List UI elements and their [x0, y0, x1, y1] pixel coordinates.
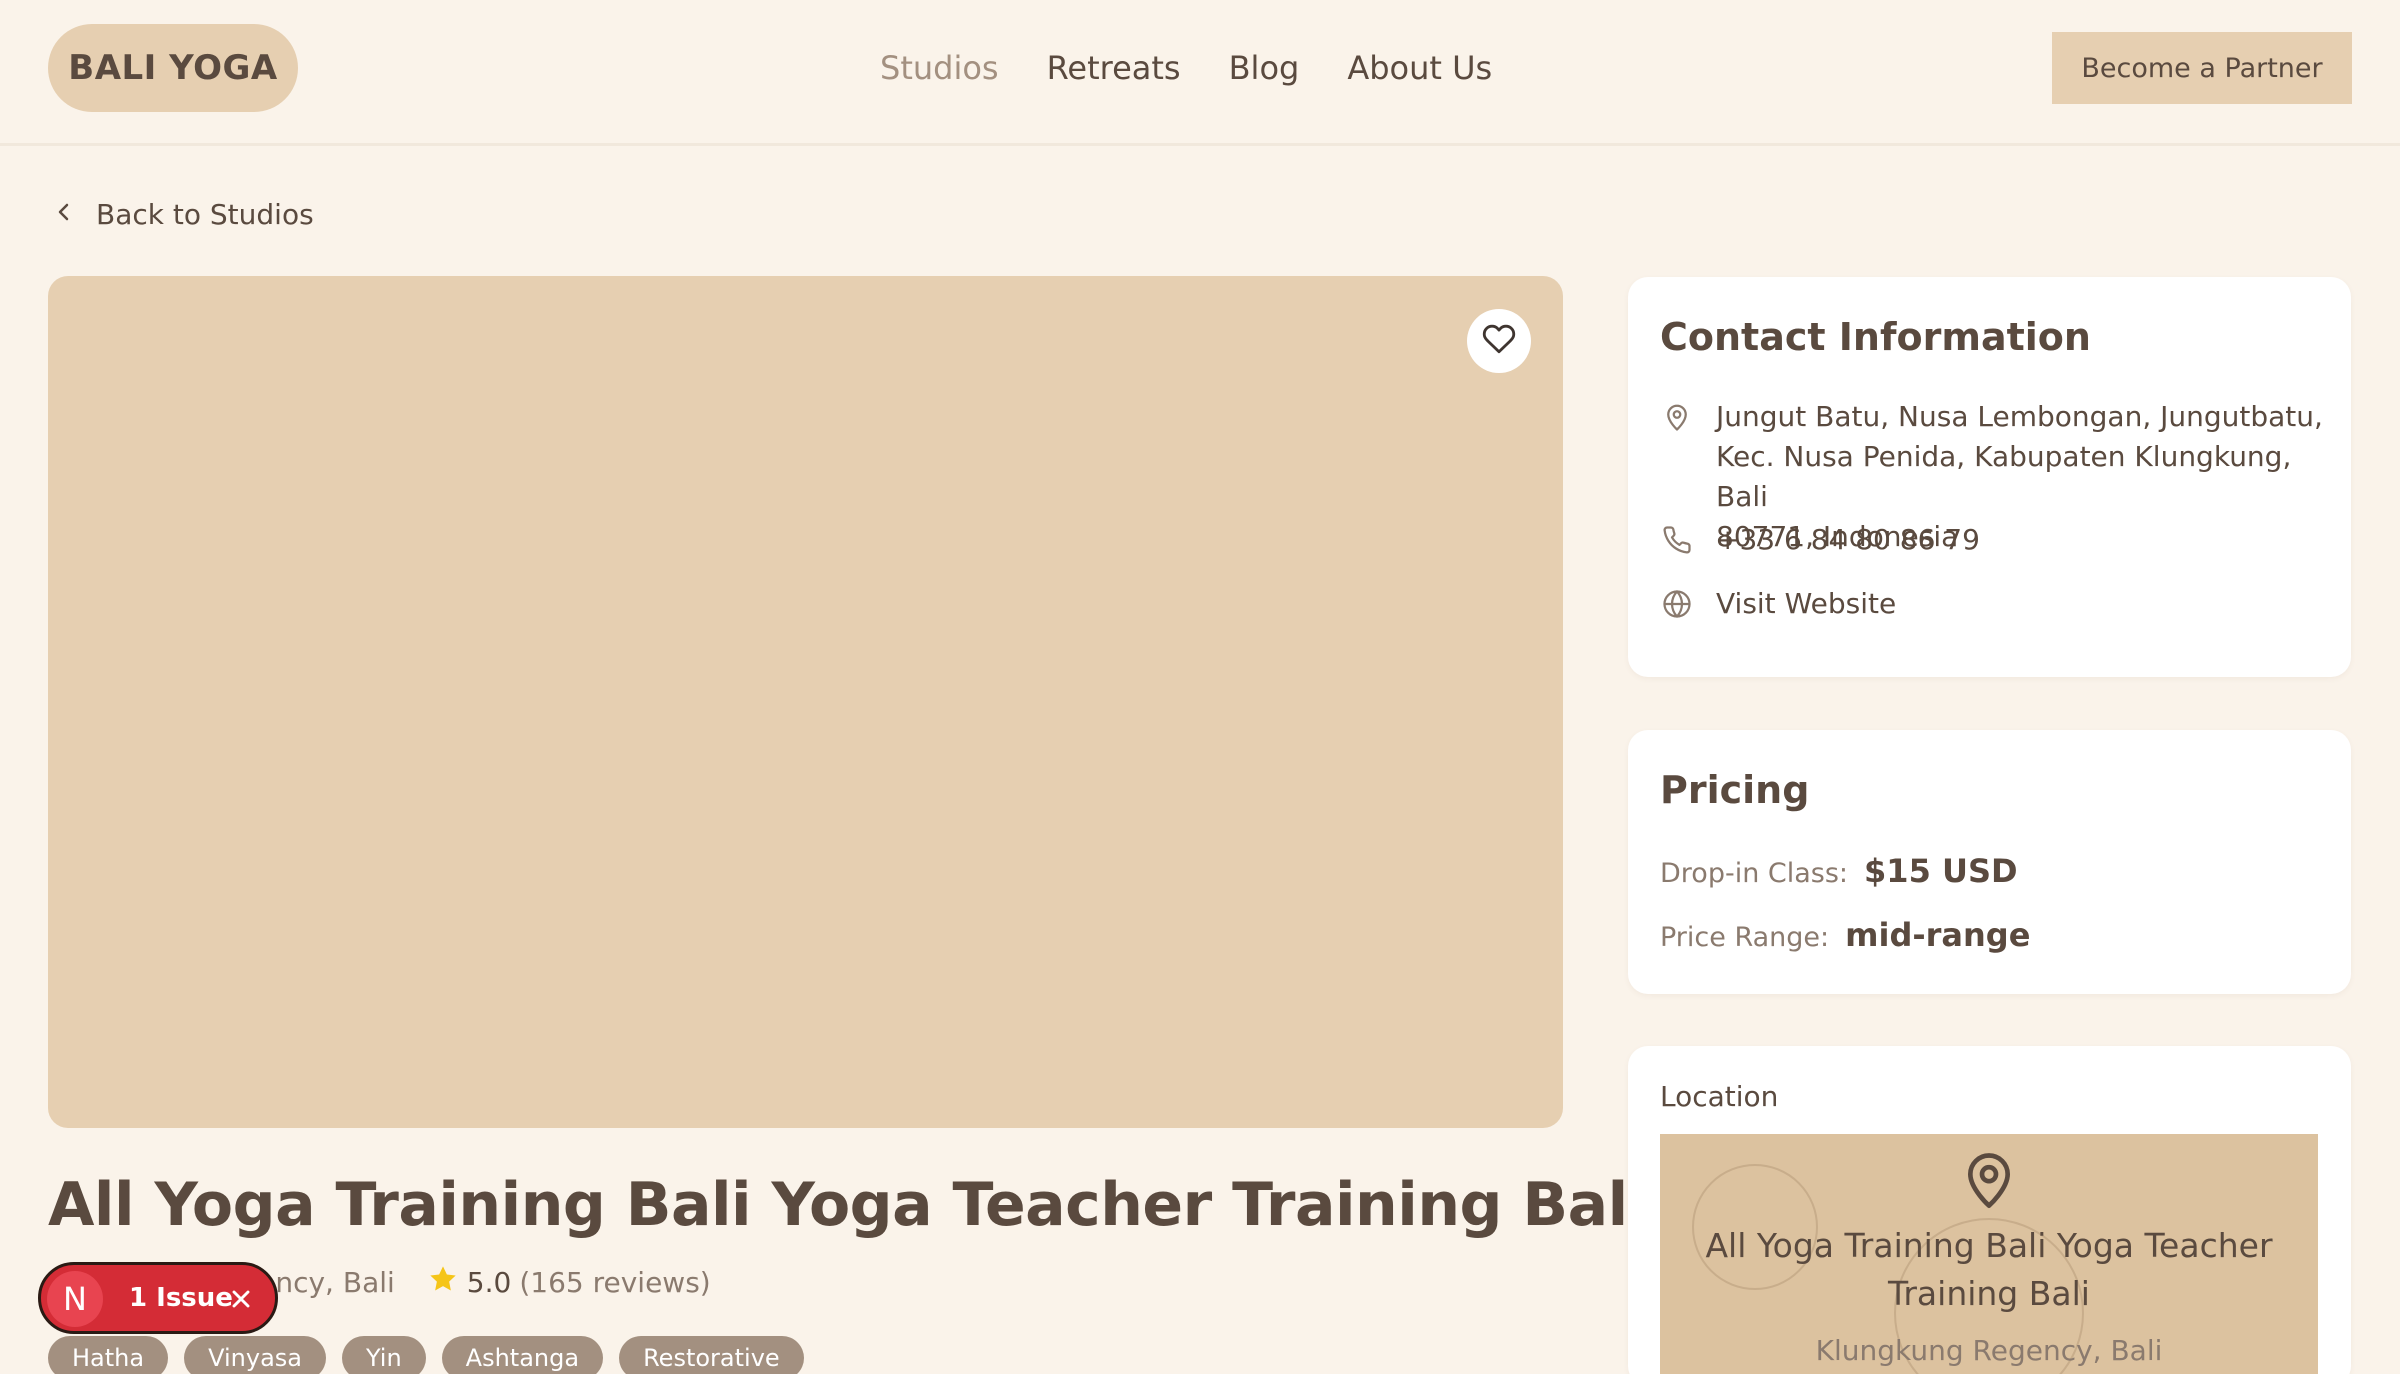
site-header: BALI YOGA Studios Retreats Blog About Us…: [0, 0, 2400, 146]
phone-number: +33 6 84 80 86 79: [1716, 523, 1980, 556]
heart-icon: [1482, 322, 1516, 360]
map-pin-icon: [1660, 397, 1694, 437]
map-studio-name: All Yoga Training Bali Yoga Teacher Trai…: [1705, 1226, 2273, 1313]
dropin-label: Drop-in Class:: [1660, 858, 1849, 889]
phone-icon: [1660, 520, 1694, 560]
visit-website-link[interactable]: Visit Website: [1716, 584, 1896, 624]
become-partner-button[interactable]: Become a Partner: [2052, 32, 2352, 104]
rating-score: 5.0: [466, 1265, 512, 1299]
globe-icon: [1660, 584, 1694, 624]
price-range-label: Price Range:: [1660, 922, 1830, 953]
nav-retreats[interactable]: Retreats: [1047, 49, 1181, 87]
map-pin-icon: [1961, 1148, 2017, 1216]
main-nav: Studios Retreats Blog About Us: [880, 42, 1492, 94]
address-line-2: Kec. Nusa Penida, Kabupaten Klungkung, B…: [1716, 440, 2292, 513]
star-icon: [427, 1263, 459, 1302]
favorite-button[interactable]: [1467, 309, 1531, 373]
logo[interactable]: BALI YOGA: [48, 24, 298, 112]
chevron-left-icon: [52, 198, 76, 231]
nav-studios[interactable]: Studios: [880, 49, 999, 87]
contact-card: Contact Information Jungut Batu, Nusa Le…: [1628, 277, 2351, 677]
studio-image: [48, 276, 1563, 1128]
back-link-label: Back to Studios: [96, 197, 314, 231]
map-preview[interactable]: All Yoga Training Bali Yoga Teacher Trai…: [1660, 1134, 2318, 1374]
pricing-card: Pricing Drop-in Class: $15 USD Price Ran…: [1628, 730, 2351, 994]
nav-about-us[interactable]: About Us: [1347, 49, 1492, 87]
close-icon[interactable]: [227, 1285, 255, 1313]
dropin-row: Drop-in Class: $15 USD: [1660, 852, 2018, 890]
pricing-title: Pricing: [1660, 768, 1810, 812]
contact-title: Contact Information: [1660, 315, 2091, 359]
issue-initial: N: [47, 1271, 103, 1327]
location-card: Location All Yoga Training Bali Yoga Tea…: [1628, 1046, 2351, 1374]
issues-badge[interactable]: N 1 Issue: [38, 1262, 278, 1334]
studio-title: All Yoga Training Bali Yoga Teacher Trai…: [48, 1170, 1648, 1240]
location-title: Location: [1660, 1080, 1779, 1113]
tag-vinyasa: Vinyasa: [184, 1336, 326, 1374]
price-range-value: mid-range: [1845, 916, 2031, 954]
tag-yin: Yin: [341, 1336, 426, 1374]
map-location: Klungkung Regency, Bali: [1815, 1334, 2163, 1367]
price-range-row: Price Range: mid-range: [1660, 916, 2030, 954]
review-count: (165 reviews): [519, 1265, 711, 1299]
phone-row[interactable]: +33 6 84 80 86 79: [1660, 520, 1980, 560]
tag-restorative: Restorative: [619, 1336, 804, 1374]
tag-ashtanga: Ashtanga: [441, 1336, 604, 1374]
back-to-studios-link[interactable]: Back to Studios: [52, 194, 314, 234]
issue-count-label: 1 Issue: [129, 1283, 233, 1313]
nav-blog[interactable]: Blog: [1229, 49, 1300, 87]
dropin-value: $15 USD: [1864, 852, 2018, 890]
address-line-1: Jungut Batu, Nusa Lembongan, Jungutbatu,: [1716, 400, 2323, 433]
website-row[interactable]: Visit Website: [1660, 584, 1896, 624]
style-tags: Hatha Vinyasa Yin Ashtanga Restorative: [48, 1336, 804, 1374]
studio-rating: 5.0 (165 reviews): [427, 1263, 711, 1302]
tag-hatha: Hatha: [48, 1336, 169, 1374]
